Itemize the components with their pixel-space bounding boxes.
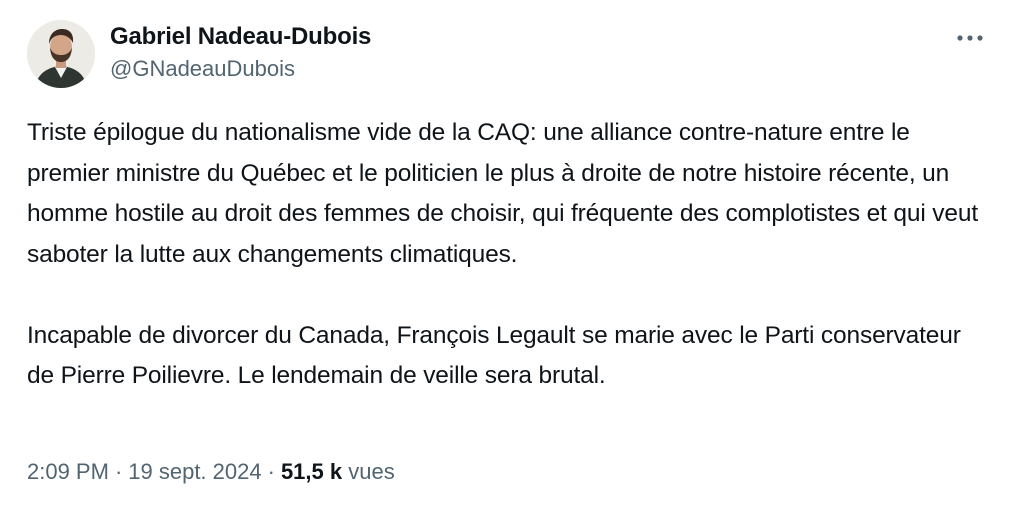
views-link[interactable]: 51,5 k vues — [281, 459, 395, 484]
views-count: 51,5 k — [280, 459, 343, 484]
views-label: vues — [348, 459, 395, 484]
tweet-time: 2:09 PM — [27, 459, 109, 484]
tweet-card: Gabriel Nadeau-Dubois @GNadeauDubois Tri… — [0, 0, 1010, 510]
tweet-text: Triste épilogue du nationalisme vide de … — [27, 113, 987, 397]
author-info: Gabriel Nadeau-Dubois @GNadeauDubois — [110, 20, 371, 84]
tweet-paragraph: Incapable de divorcer du Canada, Françoi… — [27, 321, 961, 390]
avatar[interactable] — [27, 20, 95, 88]
tweet-date: 19 sept. 2024 — [128, 459, 262, 484]
more-horizontal-icon — [957, 35, 983, 41]
tweet-paragraph: Triste épilogue du nationalisme vide de … — [27, 119, 978, 268]
meta-separator: · — [267, 459, 275, 484]
tweet-meta: 2:09 PM · 19 sept. 2024 · 51,5 k vues — [27, 455, 395, 489]
meta-separator: · — [114, 459, 123, 484]
avatar-photo — [27, 20, 95, 88]
author-name[interactable]: Gabriel Nadeau-Dubois — [110, 20, 371, 54]
tweet-timestamp[interactable]: 2:09 PM · 19 sept. 2024 — [27, 459, 262, 484]
author-handle[interactable]: @GNadeauDubois — [110, 54, 371, 84]
more-options-button[interactable] — [952, 26, 988, 50]
